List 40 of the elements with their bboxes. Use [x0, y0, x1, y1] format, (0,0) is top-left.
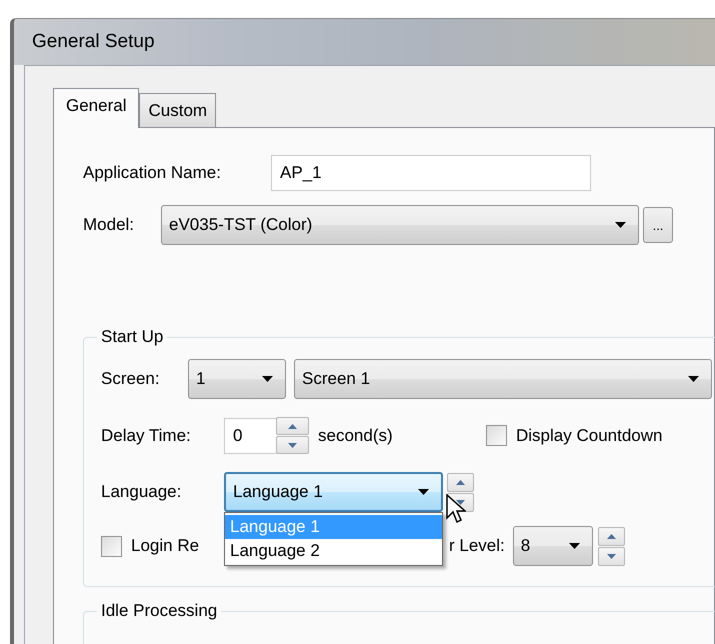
caret-icon — [262, 376, 273, 382]
checkbox-label: Display Countdown — [516, 426, 662, 446]
checkbox-label: Login Re — [131, 536, 200, 556]
caret-icon — [568, 543, 580, 549]
window-title: General Setup — [32, 31, 155, 53]
up-arrow-icon — [456, 480, 465, 484]
field-label: Language: — [101, 482, 182, 502]
dropdown[interactable]: Screen 1 — [294, 359, 712, 399]
dropdown[interactable]: Language 1 — [224, 472, 443, 512]
dropdown[interactable]: 1 — [188, 359, 286, 399]
up-arrow-icon — [288, 424, 297, 428]
checkbox[interactable] — [486, 425, 507, 446]
caret-icon — [688, 376, 699, 382]
spin-up-button[interactable] — [598, 526, 625, 546]
checkbox[interactable] — [101, 536, 122, 556]
spin-up-button[interactable] — [447, 472, 474, 492]
caret-icon — [418, 489, 429, 495]
up-arrow-icon — [606, 534, 616, 538]
field-label: Application Name: — [83, 163, 222, 183]
field-label: Delay Time: — [101, 426, 192, 446]
down-arrow-icon — [606, 554, 616, 558]
input-field[interactable]: AP_1 — [271, 155, 591, 191]
spin-up-button[interactable] — [276, 417, 309, 435]
tab[interactable]: General — [53, 88, 140, 128]
group-title: Start Up — [100, 327, 164, 347]
field-label: r Level: — [449, 536, 505, 556]
dropdown-option[interactable]: Language 2 — [225, 539, 442, 563]
field-label: Screen: — [101, 369, 161, 389]
field-label: Model: — [83, 215, 136, 235]
tab[interactable]: Custom — [139, 93, 216, 127]
number-field[interactable]: 0 — [224, 418, 276, 454]
cursor-icon — [446, 494, 466, 524]
dropdown[interactable]: 8 — [512, 526, 593, 566]
down-arrow-icon — [288, 442, 297, 448]
group-title: Idle Processing — [100, 601, 218, 621]
dropdown[interactable]: eV035-TST (Color) — [161, 205, 639, 245]
unit-label: second(s) — [318, 426, 394, 446]
down-arrow-icon — [456, 500, 465, 504]
caret-icon — [615, 222, 626, 228]
browse-button[interactable]: ... — [643, 207, 673, 243]
